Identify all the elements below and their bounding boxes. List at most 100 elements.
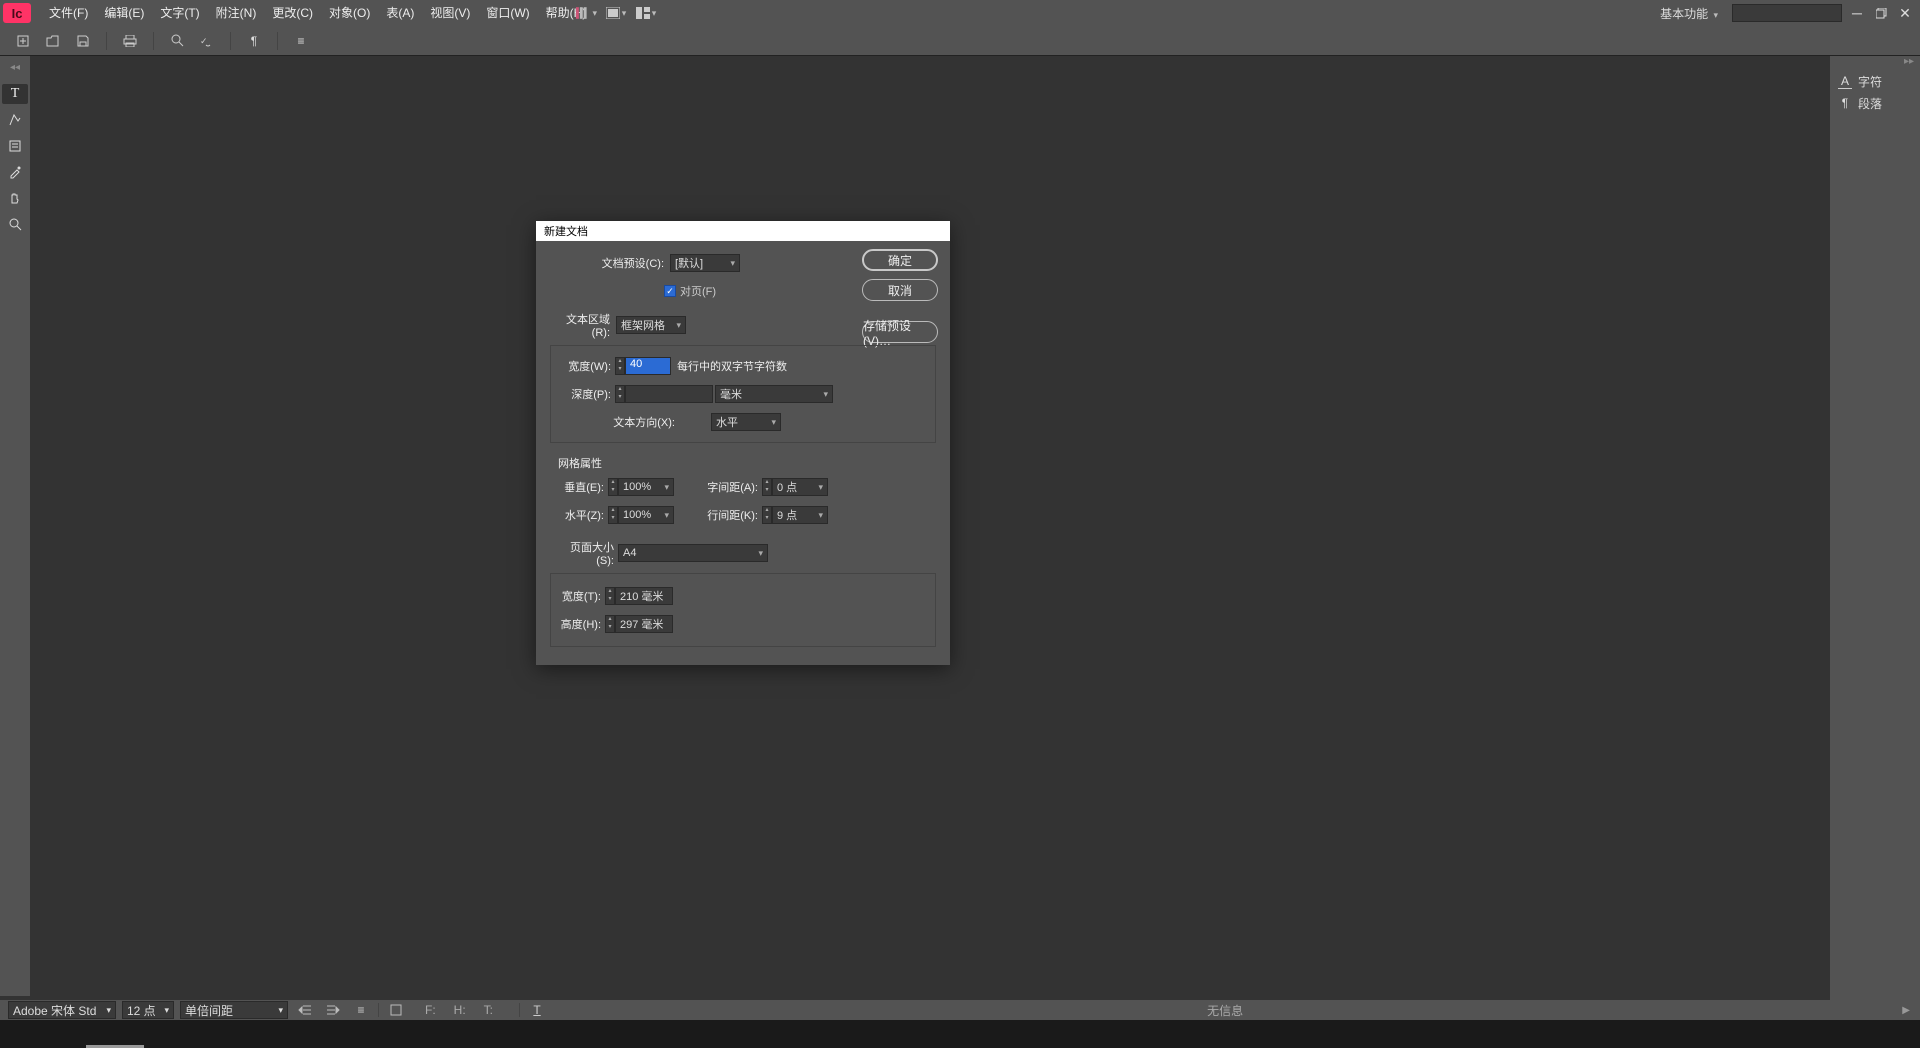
hand-tool[interactable] [2,188,28,208]
taskbar [0,1020,1920,1048]
linespace-combo[interactable]: 9 点▾ [772,506,828,524]
workspace-label: 基本功能 [1660,7,1708,21]
title-center-tools: ▾ ▾ ▾ [575,4,657,22]
menu-object[interactable]: 对象(O) [321,0,378,26]
depth-spinner[interactable]: ▴▾ [615,385,625,403]
close-button[interactable]: ✕ [1896,4,1914,22]
print-icon[interactable] [119,31,141,51]
pilcrow-icon[interactable]: ¶ [243,31,265,51]
textarea-value: 框架网格 [621,317,665,333]
textdir-label: 文本方向(X): [559,414,675,430]
align-icon[interactable]: ≡ [350,1001,372,1019]
horiz-combo[interactable]: 100%▾ [618,506,674,524]
type-tool[interactable]: T [2,84,28,104]
menu-icon[interactable]: ≡ [290,31,312,51]
fontsize-combo[interactable]: 12 点▾ [122,1001,174,1019]
width-input[interactable]: 40 [625,357,671,375]
font-combo[interactable]: Adobe 宋体 Std▾ [8,1001,116,1019]
t-label: T: [484,1003,493,1017]
pheight-input[interactable]: 297 毫米 [615,615,673,633]
pheight-label: 高度(H): [559,616,601,632]
screen-mode-button[interactable]: ▾ [605,4,627,22]
right-panels: ▸▸ A 字符 ¶段落 [1830,56,1920,1000]
menu-table[interactable]: 表(A) [378,0,422,26]
app-logo: Ic [3,3,31,23]
pwidth-label: 宽度(T): [559,588,601,604]
info-box-icon[interactable] [385,1001,407,1019]
panel-handle[interactable]: ◂◂ [3,62,27,67]
pagesize-combo[interactable]: A4▾ [618,544,768,562]
panel-collapse-handle[interactable]: ▸▸ [1830,56,1920,70]
panel-character[interactable]: A 字符 [1830,70,1920,92]
menu-edit[interactable]: 编辑(E) [96,0,152,26]
dialog-title: 新建文档 [536,221,950,241]
pagesize-value: A4 [623,547,636,559]
menu-view[interactable]: 视图(V) [422,0,478,26]
pagesize-label: 页面大小(S): [556,539,614,567]
note-tool[interactable] [2,136,28,156]
facing-pages-label: 对页(F) [680,283,716,299]
spellcheck-icon[interactable]: ✓ [196,31,218,51]
zoom-tool[interactable] [2,214,28,234]
grid-section-label: 网格属性 [558,455,928,471]
horiz-spinner[interactable]: ▴▾ [608,506,618,524]
new-doc-icon[interactable] [12,31,34,51]
cancel-button[interactable]: 取消 [862,279,938,301]
depth-unit-combo[interactable]: 毫米▾ [715,385,833,403]
panel-character-label: 字符 [1858,73,1882,90]
indent-left-icon[interactable] [294,1001,316,1019]
panel-paragraph[interactable]: ¶段落 [1830,92,1920,114]
restore-button[interactable] [1872,4,1890,22]
character-icon: A [1838,74,1852,89]
left-tool-panel: ◂◂ T [0,56,30,996]
preset-combo[interactable]: [默认]▾ [670,254,740,272]
titlebar: Ic 文件(F) 编辑(E) 文字(T) 附注(N) 更改(C) 对象(O) 表… [0,0,1920,26]
open-icon[interactable] [42,31,64,51]
help-search-input[interactable] [1732,4,1842,22]
menu-text[interactable]: 文字(T) [152,0,207,26]
depth-input[interactable] [625,385,713,403]
eyedropper-tool[interactable] [2,162,28,182]
menu-file[interactable]: 文件(F) [41,0,96,26]
arrange-docs-button[interactable]: ▾ [635,4,657,22]
vert-spinner[interactable]: ▴▾ [608,478,618,496]
menu-window[interactable]: 窗口(W) [478,0,537,26]
linespace-spinner[interactable]: ▴▾ [762,506,772,524]
text-measure-icon[interactable]: T [526,1001,548,1019]
horiz-label: 水平(Z): [558,507,604,523]
highlight-mode-button[interactable]: ▾ [575,4,597,22]
vert-combo[interactable]: 100%▾ [618,478,674,496]
preset-value: [默认] [675,255,703,271]
menu-note[interactable]: 附注(N) [208,0,265,26]
status-menu-icon[interactable]: ▶ [1902,1005,1910,1016]
depth-unit-value: 毫米 [720,386,742,402]
menu-change[interactable]: 更改(C) [264,0,321,26]
indent-right-icon[interactable] [322,1001,344,1019]
charspace-combo[interactable]: 0 点▾ [772,478,828,496]
position-tool[interactable] [2,110,28,130]
charspace-spinner[interactable]: ▴▾ [762,478,772,496]
pheight-spinner[interactable]: ▴▾ [605,615,615,633]
width-label: 宽度(W): [559,358,611,374]
save-preset-button[interactable]: 存储预设(V)… [862,321,938,343]
width-note: 每行中的双字节字符数 [677,358,787,374]
pwidth-input[interactable]: 210 毫米 [615,587,673,605]
textdir-combo[interactable]: 水平▾ [711,413,781,431]
save-icon[interactable] [72,31,94,51]
search-icon[interactable] [166,31,188,51]
ok-button[interactable]: 确定 [862,249,938,271]
pwidth-spinner[interactable]: ▴▾ [605,587,615,605]
textarea-combo[interactable]: 框架网格▾ [616,316,686,334]
info-text: 无信息 [554,1002,1896,1019]
leading-combo[interactable]: 单倍间距▾ [180,1001,288,1019]
depth-label: 深度(P): [559,386,611,402]
leading-value: 单倍间距 [185,1002,233,1019]
minimize-button[interactable]: ─ [1848,4,1866,22]
facing-pages-checkbox[interactable]: ✓ [664,285,676,297]
textdir-value: 水平 [716,414,738,430]
width-spinner[interactable]: ▴▾ [615,357,625,375]
preset-label: 文档预设(C): [550,255,664,271]
workspace-selector[interactable]: 基本功能 ▾ [1652,5,1726,22]
vert-value: 100% [623,481,651,493]
linespace-label: 行间距(K): [702,507,758,523]
